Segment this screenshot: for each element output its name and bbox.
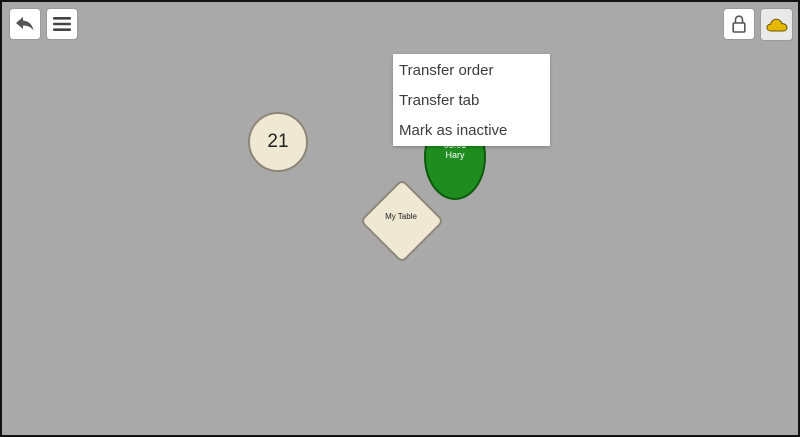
cloud-sync-button[interactable] [761,9,792,40]
context-menu: Transfer order Transfer tab Mark as inac… [393,54,550,146]
hamburger-menu-icon [53,17,71,31]
menu-item-transfer-order[interactable]: Transfer order [393,56,550,86]
lock-icon [732,15,746,33]
floor-plan: 21 05:01 Hary My Table Transfer order Tr… [0,0,800,437]
table-21[interactable]: 21 [248,112,308,172]
menu-button[interactable] [47,9,77,39]
table-my-table[interactable] [359,178,445,264]
table-server: Hary [445,150,465,160]
lock-button[interactable] [724,9,754,39]
menu-item-transfer-tab[interactable]: Transfer tab [393,86,550,116]
table-label: 21 [267,131,289,152]
cloud-icon [765,18,788,31]
back-button[interactable] [10,9,40,39]
menu-item-mark-inactive[interactable]: Mark as inactive [393,116,550,146]
back-arrow-icon [16,17,34,31]
